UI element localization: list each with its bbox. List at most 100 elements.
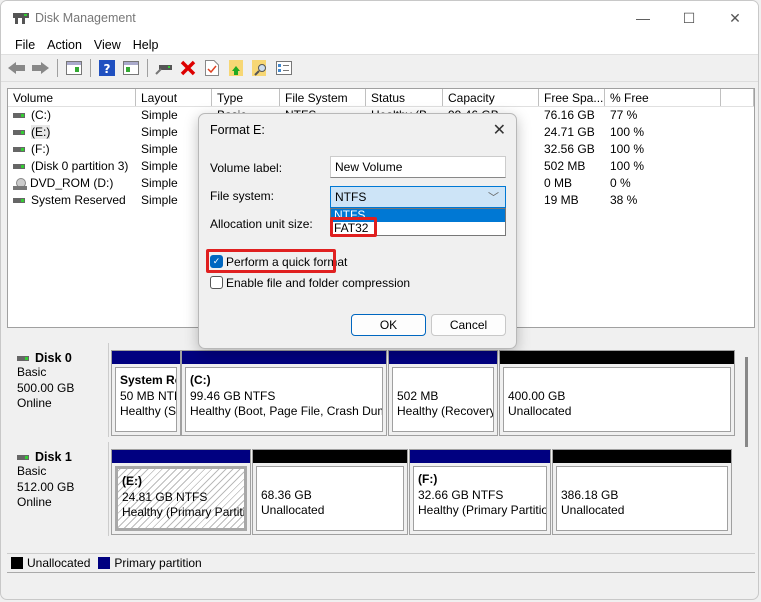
partition-label: (F:) (418, 472, 438, 486)
partition-color-bar (410, 450, 550, 463)
menu-bar: File Action View Help (1, 35, 758, 55)
partition-size: 99.46 GB NTFS (190, 388, 276, 403)
disk-management-app-icon (13, 11, 29, 25)
partition-size: 50 MB NTF (120, 388, 177, 403)
disk-info[interactable]: Disk 1 Basic 512.00 GB Online (9, 442, 109, 536)
menu-file[interactable]: File (9, 38, 41, 52)
delete-icon[interactable] (178, 58, 198, 78)
volume-cell-free: 32.56 GB (544, 142, 595, 156)
legend: Unallocated Primary partition (7, 553, 755, 573)
partition-status: Healthy (Primary Partitio (122, 505, 247, 519)
back-arrow-icon[interactable] (7, 58, 27, 78)
primary-partition[interactable]: (C:) 99.46 GB NTFS Healthy (Boot, Page Fil… (181, 350, 387, 436)
compression-label[interactable]: Enable file and folder compression (226, 276, 410, 290)
column-header-layout[interactable]: Layout (136, 89, 212, 106)
window-title: Disk Management (35, 11, 136, 25)
disk-name: Disk 1 (35, 450, 72, 464)
primary-partition[interactable]: (F:) 32.66 GB NTFS Healthy (Primary Partit… (409, 449, 551, 535)
menu-view[interactable]: View (88, 38, 127, 52)
volume-cell-pct: 100 % (610, 142, 645, 156)
partition-color-bar (389, 351, 497, 364)
disk-status: Online (17, 396, 52, 410)
disk-type: Basic (17, 464, 47, 478)
partition-size: 24.81 GB NTFS (122, 489, 208, 504)
disk-info[interactable]: Disk 0 Basic 500.00 GB Online (9, 343, 109, 437)
volume-cell-pct: 38 % (610, 193, 638, 207)
volume-name: (F:) (31, 142, 50, 156)
disk-size: 512.00 GB (17, 479, 75, 494)
partition-body: (C:) 99.46 GB NTFS Healthy (Boot, Page Fil… (185, 367, 383, 432)
partition-label (561, 472, 723, 488)
primary-partition[interactable]: System Re 50 MB NTF Healthy (S (111, 350, 181, 436)
disk-row: Disk 1 Basic 512.00 GB Online (E:) 24.81 GB N… (7, 440, 745, 538)
unallocated-partition[interactable]: 400.00 GB Unallocated (499, 350, 735, 436)
maximize-button[interactable]: ☐ (666, 1, 712, 35)
column-header-file-system[interactable]: File System (280, 89, 366, 106)
volume-cell-free: 19 MB (544, 193, 579, 207)
export-list-icon[interactable] (226, 58, 246, 78)
disk-view-scrollbar[interactable] (745, 357, 748, 447)
volume-cell-volume: System Reserved (8, 192, 136, 209)
volume-cell-pct: 100 % (610, 125, 645, 139)
search-icon[interactable] (250, 58, 270, 78)
partition-body: 68.36 GB Unallocated (256, 466, 404, 531)
partition-label (508, 373, 726, 389)
toolbar-separator (57, 59, 58, 77)
menu-help[interactable]: Help (127, 38, 165, 52)
volume-name: DVD_ROM (D:) (30, 176, 114, 190)
partition-color-bar (253, 450, 407, 463)
cancel-button[interactable]: Cancel (431, 314, 506, 336)
volume-cell-pct: 77 % (610, 108, 638, 122)
partition-status: Unallocated (508, 404, 572, 418)
partition-color-bar (500, 351, 734, 364)
volume-cell-pct: 100 % (610, 159, 645, 173)
show-hide-action-pane-icon[interactable] (121, 58, 141, 78)
ok-button[interactable]: OK (351, 314, 426, 336)
legend-swatch-unallocated (11, 557, 23, 569)
minimize-button[interactable]: — (620, 1, 666, 35)
dialog-close-button[interactable]: ✕ (493, 120, 506, 140)
disk-graphical-view: Disk 0 Basic 500.00 GB Online System Re 50 MB… (7, 341, 745, 541)
volume-cell-volume: (F:) (8, 141, 136, 158)
partition-status: Healthy (Recovery (397, 404, 494, 418)
volume-name: (E:) (31, 125, 51, 139)
toolbar-separator (90, 59, 91, 77)
volume-cell-volume: DVD_ROM (D:) (8, 175, 136, 192)
partition-color-bar (112, 450, 250, 463)
legend-label-primary: Primary partition (114, 556, 202, 570)
dialog-title: Format E: (210, 123, 265, 137)
primary-partition[interactable]: 502 MB Healthy (Recovery (388, 350, 498, 436)
partition-label (397, 373, 489, 389)
primary-partition[interactable]: (E:) 24.81 GB NTFS Healthy (Primary Partit… (111, 449, 251, 535)
menu-action[interactable]: Action (41, 38, 88, 52)
column-header-volume[interactable]: Volume (8, 89, 136, 106)
partition-status: Unallocated (561, 503, 625, 517)
volume-cell-free: 24.71 GB (544, 125, 595, 139)
partition-size: 32.66 GB NTFS (418, 487, 504, 502)
column-header-type[interactable]: Type (212, 89, 280, 106)
unallocated-partition[interactable]: 68.36 GB Unallocated (252, 449, 408, 535)
column-header-free-space[interactable]: Free Spa... (539, 89, 605, 106)
volume-label-input[interactable]: New Volume (330, 156, 506, 178)
toolbar-separator (147, 59, 148, 77)
show-hide-console-tree-icon[interactable] (64, 58, 84, 78)
column-header-status[interactable]: Status (366, 89, 443, 106)
column-header-capacity[interactable]: Capacity (443, 89, 539, 106)
forward-arrow-icon[interactable] (31, 58, 51, 78)
partition-size: 68.36 GB (261, 487, 312, 502)
connect-virtual-disk-icon[interactable] (154, 58, 174, 78)
unallocated-partition[interactable]: 386.18 GB Unallocated (552, 449, 732, 535)
column-header-percent-free[interactable]: % Free (605, 89, 721, 106)
settings-list-icon[interactable] (274, 58, 294, 78)
volume-name: (C:) (31, 108, 51, 122)
allocation-unit-size-label: Allocation unit size: (210, 217, 313, 231)
properties-icon[interactable] (202, 58, 222, 78)
compression-checkbox[interactable] (210, 276, 223, 289)
partition-body: (F:) 32.66 GB NTFS Healthy (Primary Partit… (413, 466, 547, 531)
close-button[interactable]: ✕ (712, 1, 758, 35)
help-icon[interactable]: ? (97, 58, 117, 78)
file-system-select[interactable]: NTFS ﹀ (330, 186, 506, 208)
disk-size: 500.00 GB (17, 380, 75, 395)
disk-type: Basic (17, 365, 47, 379)
volume-cell-volume: (E:) (8, 124, 136, 141)
